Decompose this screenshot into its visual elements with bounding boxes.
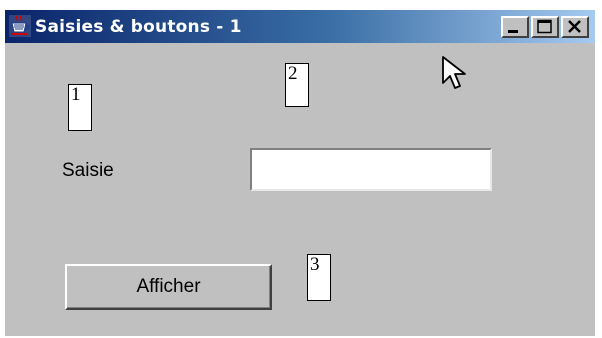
title-bar[interactable]: Saisies & boutons - 1 — [5, 10, 595, 43]
window-title: Saisies & boutons - 1 — [35, 17, 242, 37]
maximize-icon — [537, 19, 552, 34]
callout-2: 2 — [285, 63, 309, 107]
callout-3: 3 — [307, 254, 331, 301]
app-window: Saisies & boutons - 1 Saisie Afficher — [5, 10, 595, 337]
java-cup-icon[interactable] — [9, 15, 31, 37]
arrow-cursor-icon — [442, 56, 466, 89]
saisie-label: Saisie — [62, 160, 114, 181]
saisie-input[interactable] — [250, 148, 492, 191]
minimize-button[interactable] — [501, 16, 529, 38]
maximize-button[interactable] — [531, 16, 559, 38]
close-button[interactable] — [561, 16, 589, 38]
minimize-icon — [508, 30, 518, 33]
callout-1: 1 — [68, 84, 92, 131]
afficher-button[interactable]: Afficher — [65, 264, 272, 310]
close-icon — [568, 20, 581, 33]
